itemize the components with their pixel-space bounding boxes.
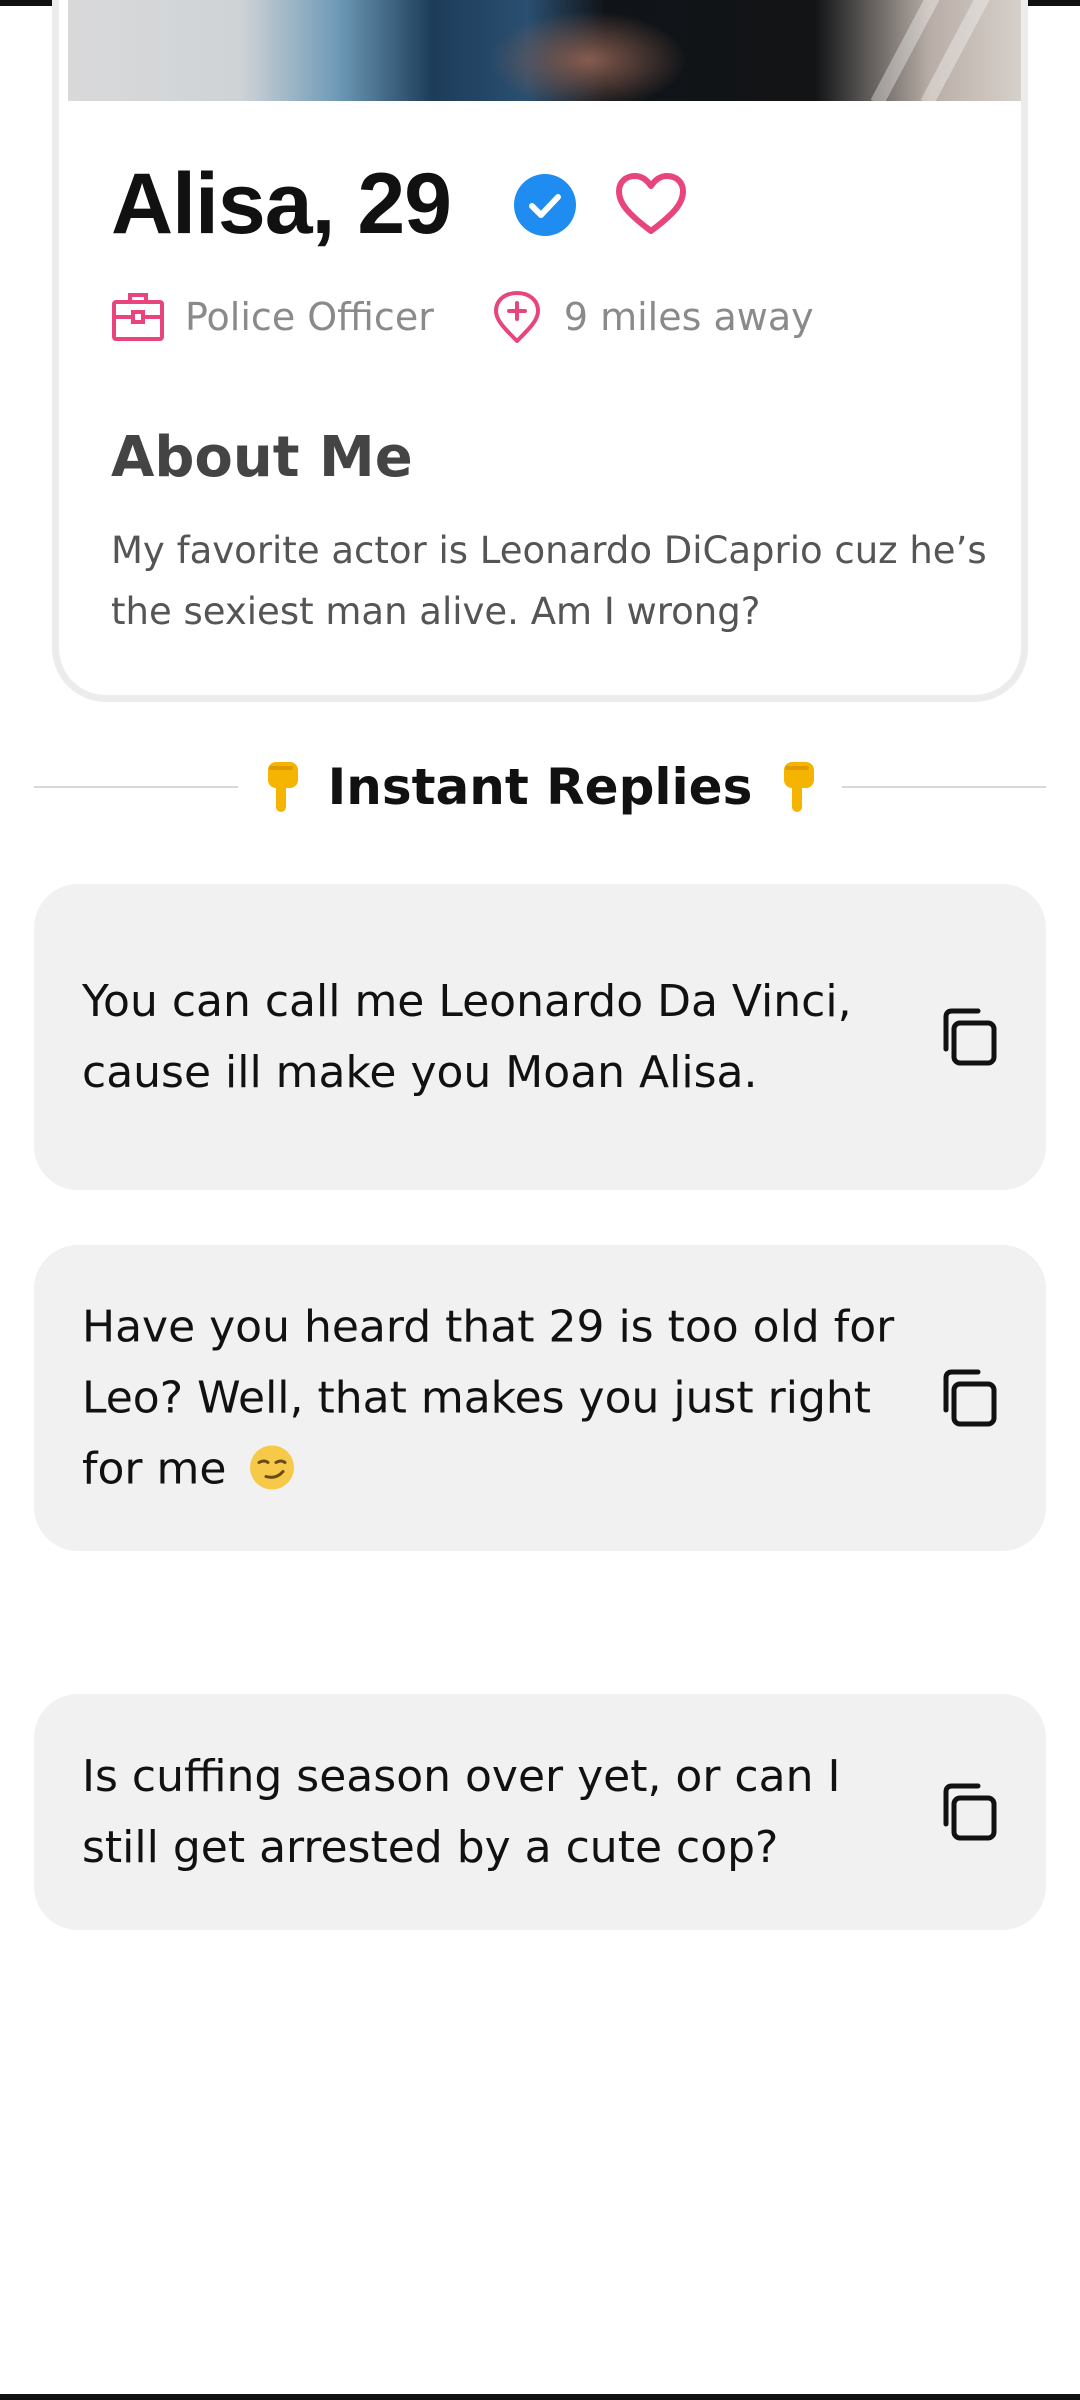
location-pin-icon	[493, 291, 540, 343]
reply-text: Is cuffing season over yet, or can I sti…	[82, 1751, 841, 1873]
heart-icon[interactable]	[615, 172, 687, 237]
profile-name-age: Alisa, 29	[111, 156, 452, 252]
reply-card[interactable]: Have you heard that 29 is too old for Le…	[34, 1245, 1046, 1551]
navigation-bar-edge	[0, 2394, 1080, 2400]
instant-replies-heading: Instant Replies	[238, 758, 843, 816]
reply-card[interactable]: Is cuffing season over yet, or can I sti…	[34, 1694, 1046, 1930]
about-me-text: My favorite actor is Leonardo DiCaprio c…	[111, 529, 987, 633]
reply-text: You can call me Leonardo Da Vinci, cause…	[82, 976, 852, 1098]
distance-label: 9 miles away	[563, 295, 814, 339]
divider-line-right	[842, 786, 1047, 788]
copy-icon[interactable]	[936, 1005, 1000, 1069]
divider-line-left	[34, 786, 238, 788]
copy-icon[interactable]	[936, 1366, 1000, 1430]
job-label: Police Officer	[185, 295, 434, 339]
profile-header: Alisa, 29	[111, 155, 687, 254]
pointing-down-emoji	[784, 762, 815, 812]
verified-check-icon	[514, 173, 576, 236]
reply-text: Have you heard that 29 is too old for Le…	[82, 1301, 895, 1495]
smirking-face-emoji	[250, 1445, 295, 1490]
instant-replies-title: Instant Replies	[327, 758, 753, 816]
profile-meta: Police Officer 9 miles away	[111, 290, 814, 344]
briefcase-icon	[112, 293, 164, 341]
pointing-down-emoji	[267, 762, 298, 812]
profile-photo[interactable]	[68, 0, 1021, 107]
instant-replies-divider: Instant Replies	[34, 752, 1047, 822]
reply-text-wrapper: Have you heard that 29 is too old for Le…	[82, 1292, 902, 1505]
profile-card: Alisa, 29 Police Officer 9 miles away Ab…	[52, 0, 1028, 702]
copy-icon[interactable]	[936, 1780, 1000, 1844]
reply-card[interactable]: You can call me Leonardo Da Vinci, cause…	[34, 884, 1046, 1190]
about-me-heading: About Me	[111, 425, 413, 490]
